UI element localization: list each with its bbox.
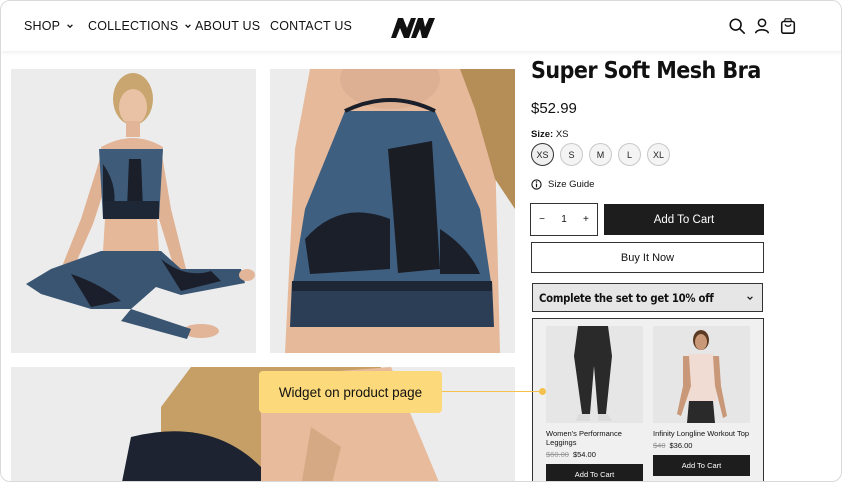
bundle-product-prices: $60.00 $54.00 [546, 450, 644, 459]
size-label: Size: XS [531, 129, 569, 140]
nav-collections-label: COLLECTIONS [88, 19, 179, 33]
product-image-2[interactable] [270, 69, 515, 353]
quantity-decrease-button[interactable]: − [539, 214, 545, 225]
nav-contact-us[interactable]: CONTACT US [270, 19, 352, 33]
size-option-s[interactable]: S [560, 143, 583, 166]
quantity-stepper: − 1 + [530, 203, 598, 236]
product-image-1[interactable] [11, 69, 256, 353]
nav-collections[interactable]: COLLECTIONS [88, 19, 192, 33]
add-to-cart-button[interactable]: Add To Cart [604, 204, 764, 235]
bundle-product-card[interactable]: Infinity Longline Workout Top $40 $36.00 … [653, 326, 751, 476]
nav-about-us[interactable]: ABOUT US [195, 19, 260, 33]
workout-top-image[interactable] [653, 326, 750, 423]
size-option-l[interactable]: L [618, 143, 641, 166]
bundle-add-to-cart-button[interactable]: Add To Cart [653, 455, 750, 476]
page-frame: SHOP COLLECTIONS ABOUT US CONTACT US Sup… [0, 0, 842, 482]
callout-connector-line [442, 391, 540, 393]
bundle-product-name: Women's Performance Leggings [546, 429, 622, 447]
product-price: $52.99 [531, 100, 577, 117]
product-title: Super Soft Mesh Bra [531, 58, 761, 84]
info-icon [531, 179, 542, 190]
bundle-product-name: Infinity Longline Workout Top [653, 429, 750, 438]
quantity-increase-button[interactable]: + [583, 214, 589, 225]
size-guide-label: Size Guide [548, 179, 595, 190]
size-options: XS S M L XL [531, 143, 670, 166]
chevron-down-icon [185, 24, 192, 29]
brand-logo[interactable] [389, 16, 437, 40]
account-icon[interactable] [753, 17, 771, 35]
bundle-heading: Complete the set to get 10% off [539, 290, 714, 305]
chevron-down-icon [747, 295, 753, 300]
chevron-down-icon [67, 24, 74, 29]
size-option-xs[interactable]: XS [531, 143, 554, 166]
old-price: $60.00 [546, 450, 569, 459]
sale-price: $54.00 [572, 450, 596, 459]
cart-icon[interactable] [779, 17, 797, 35]
callout-dot [539, 388, 546, 395]
sale-price: $36.00 [669, 441, 693, 450]
nav-shop-label: SHOP [24, 19, 61, 33]
bundle-widget: Women's Performance Leggings $60.00 $54.0… [532, 318, 764, 481]
bundle-add-to-cart-button[interactable]: Add To Cart [546, 464, 643, 481]
size-option-xl[interactable]: XL [647, 143, 670, 166]
quantity-value[interactable]: 1 [561, 214, 567, 225]
site-header: SHOP COLLECTIONS ABOUT US CONTACT US [1, 1, 841, 51]
nav-shop[interactable]: SHOP [24, 19, 74, 33]
size-guide-link[interactable]: Size Guide [531, 179, 594, 190]
callout-label: Widget on product page [259, 371, 442, 413]
old-price: $40 [653, 441, 666, 450]
size-option-m[interactable]: M [589, 143, 612, 166]
bundle-product-card[interactable]: Women's Performance Leggings $60.00 $54.0… [546, 326, 644, 481]
bundle-widget-header[interactable]: Complete the set to get 10% off [532, 283, 763, 312]
size-selected-value: XS [555, 129, 569, 140]
bundle-product-prices: $40 $36.00 [653, 441, 751, 450]
search-icon[interactable] [728, 17, 746, 35]
buy-it-now-button[interactable]: Buy It Now [531, 242, 764, 273]
leggings-image[interactable] [546, 326, 643, 423]
size-label-text: Size: [531, 129, 554, 140]
